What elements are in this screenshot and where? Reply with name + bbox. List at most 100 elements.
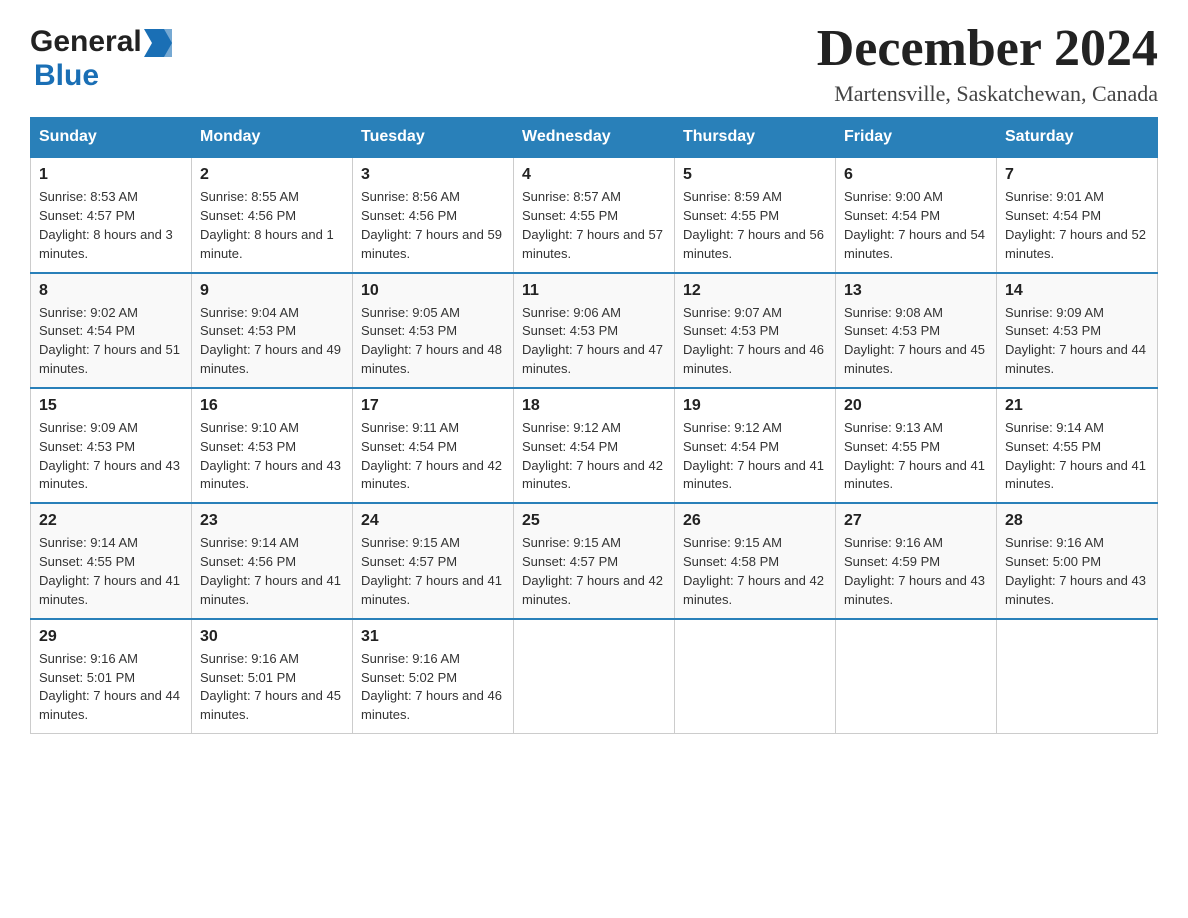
calendar-week-row-5: 29 Sunrise: 9:16 AMSunset: 5:01 PMDayligh… — [31, 619, 1158, 734]
day-number: 11 — [522, 282, 666, 300]
day-number: 22 — [39, 512, 183, 530]
day-info: Sunrise: 9:12 AMSunset: 4:54 PMDaylight:… — [683, 419, 827, 494]
calendar-cell: 6 Sunrise: 9:00 AMSunset: 4:54 PMDaylight… — [836, 157, 997, 272]
calendar-cell: 3 Sunrise: 8:56 AMSunset: 4:56 PMDaylight… — [353, 157, 514, 272]
day-info: Sunrise: 9:16 AMSunset: 4:59 PMDaylight:… — [844, 534, 988, 609]
calendar-cell: 1Sunrise: 8:53 AMSunset: 4:57 PMDaylight… — [31, 157, 192, 272]
calendar-week-row-2: 8 Sunrise: 9:02 AMSunset: 4:54 PMDaylight… — [31, 273, 1158, 388]
day-info: Sunrise: 9:05 AMSunset: 4:53 PMDaylight:… — [361, 304, 505, 379]
day-info: Sunrise: 9:13 AMSunset: 4:55 PMDaylight:… — [844, 419, 988, 494]
day-info: Sunrise: 9:06 AMSunset: 4:53 PMDaylight:… — [522, 304, 666, 379]
day-info: Sunrise: 9:11 AMSunset: 4:54 PMDaylight:… — [361, 419, 505, 494]
calendar-week-row-4: 22 Sunrise: 9:14 AMSunset: 4:55 PMDayligh… — [31, 503, 1158, 618]
day-info: Sunrise: 9:14 AMSunset: 4:55 PMDaylight:… — [1005, 419, 1149, 494]
day-number: 8 — [39, 282, 183, 300]
page-header: General Blue December 2024 Martensville,… — [30, 20, 1158, 107]
day-info: Sunrise: 9:15 AMSunset: 4:58 PMDaylight:… — [683, 534, 827, 609]
calendar-cell — [514, 619, 675, 734]
calendar-cell — [836, 619, 997, 734]
calendar-cell: 18 Sunrise: 9:12 AMSunset: 4:54 PMDayligh… — [514, 388, 675, 503]
day-info: Sunrise: 9:00 AMSunset: 4:54 PMDaylight:… — [844, 188, 988, 263]
day-number: 27 — [844, 512, 988, 530]
location-subtitle: Martensville, Saskatchewan, Canada — [817, 81, 1158, 107]
day-info: Sunrise: 9:01 AMSunset: 4:54 PMDaylight:… — [1005, 188, 1149, 263]
calendar-cell: 5Sunrise: 8:59 AMSunset: 4:55 PMDaylight… — [675, 157, 836, 272]
day-info: Sunrise: 8:53 AMSunset: 4:57 PMDaylight:… — [39, 188, 183, 263]
day-number: 26 — [683, 512, 827, 530]
calendar-day-header-saturday: Saturday — [997, 118, 1158, 158]
calendar-cell: 2 Sunrise: 8:55 AMSunset: 4:56 PMDaylight… — [192, 157, 353, 272]
calendar-cell: 28Sunrise: 9:16 AMSunset: 5:00 PMDayligh… — [997, 503, 1158, 618]
calendar-cell: 11 Sunrise: 9:06 AMSunset: 4:53 PMDayligh… — [514, 273, 675, 388]
logo-arrow-icon — [144, 29, 172, 57]
day-number: 20 — [844, 397, 988, 415]
day-number: 23 — [200, 512, 344, 530]
calendar-cell: 13Sunrise: 9:08 AMSunset: 4:53 PMDayligh… — [836, 273, 997, 388]
day-info: Sunrise: 9:07 AMSunset: 4:53 PMDaylight:… — [683, 304, 827, 379]
day-number: 29 — [39, 628, 183, 646]
calendar-cell: 14 Sunrise: 9:09 AMSunset: 4:53 PMDayligh… — [997, 273, 1158, 388]
day-number: 2 — [200, 166, 344, 184]
calendar-cell: 16 Sunrise: 9:10 AMSunset: 4:53 PMDayligh… — [192, 388, 353, 503]
day-info: Sunrise: 9:14 AMSunset: 4:56 PMDaylight:… — [200, 534, 344, 609]
calendar-cell — [997, 619, 1158, 734]
calendar-cell: 4Sunrise: 8:57 AMSunset: 4:55 PMDaylight… — [514, 157, 675, 272]
calendar-cell: 21 Sunrise: 9:14 AMSunset: 4:55 PMDayligh… — [997, 388, 1158, 503]
calendar-cell: 19 Sunrise: 9:12 AMSunset: 4:54 PMDayligh… — [675, 388, 836, 503]
day-number: 7 — [1005, 166, 1149, 184]
calendar-cell: 20 Sunrise: 9:13 AMSunset: 4:55 PMDayligh… — [836, 388, 997, 503]
day-number: 13 — [844, 282, 988, 300]
day-info: Sunrise: 9:16 AMSunset: 5:02 PMDaylight:… — [361, 650, 505, 725]
day-info: Sunrise: 9:16 AMSunset: 5:00 PMDaylight:… — [1005, 534, 1149, 609]
day-number: 5 — [683, 166, 827, 184]
day-number: 6 — [844, 166, 988, 184]
calendar-day-header-thursday: Thursday — [675, 118, 836, 158]
logo-general-text: General — [30, 25, 142, 59]
calendar-header-row: SundayMondayTuesdayWednesdayThursdayFrid… — [31, 118, 1158, 158]
day-info: Sunrise: 9:12 AMSunset: 4:54 PMDaylight:… — [522, 419, 666, 494]
day-number: 24 — [361, 512, 505, 530]
calendar-week-row-3: 15Sunrise: 9:09 AMSunset: 4:53 PMDayligh… — [31, 388, 1158, 503]
day-number: 14 — [1005, 282, 1149, 300]
month-title: December 2024 — [817, 20, 1158, 77]
calendar-day-header-tuesday: Tuesday — [353, 118, 514, 158]
calendar-cell — [675, 619, 836, 734]
day-info: Sunrise: 9:14 AMSunset: 4:55 PMDaylight:… — [39, 534, 183, 609]
day-number: 4 — [522, 166, 666, 184]
title-section: December 2024 Martensville, Saskatchewan… — [817, 20, 1158, 107]
day-number: 19 — [683, 397, 827, 415]
calendar-cell: 31 Sunrise: 9:16 AMSunset: 5:02 PMDayligh… — [353, 619, 514, 734]
calendar-cell: 23 Sunrise: 9:14 AMSunset: 4:56 PMDayligh… — [192, 503, 353, 618]
day-info: Sunrise: 8:56 AMSunset: 4:56 PMDaylight:… — [361, 188, 505, 263]
logo: General Blue — [30, 20, 172, 93]
day-number: 3 — [361, 166, 505, 184]
day-number: 16 — [200, 397, 344, 415]
calendar-cell: 12Sunrise: 9:07 AMSunset: 4:53 PMDayligh… — [675, 273, 836, 388]
calendar-cell: 29 Sunrise: 9:16 AMSunset: 5:01 PMDayligh… — [31, 619, 192, 734]
calendar-cell: 24 Sunrise: 9:15 AMSunset: 4:57 PMDayligh… — [353, 503, 514, 618]
day-info: Sunrise: 9:02 AMSunset: 4:54 PMDaylight:… — [39, 304, 183, 379]
day-info: Sunrise: 9:09 AMSunset: 4:53 PMDaylight:… — [1005, 304, 1149, 379]
calendar-cell: 9Sunrise: 9:04 AMSunset: 4:53 PMDaylight… — [192, 273, 353, 388]
calendar-cell: 27 Sunrise: 9:16 AMSunset: 4:59 PMDayligh… — [836, 503, 997, 618]
calendar-cell: 25Sunrise: 9:15 AMSunset: 4:57 PMDayligh… — [514, 503, 675, 618]
calendar-table: SundayMondayTuesdayWednesdayThursdayFrid… — [30, 117, 1158, 734]
calendar-day-header-sunday: Sunday — [31, 118, 192, 158]
day-number: 21 — [1005, 397, 1149, 415]
day-number: 18 — [522, 397, 666, 415]
day-number: 15 — [39, 397, 183, 415]
day-number: 31 — [361, 628, 505, 646]
day-number: 17 — [361, 397, 505, 415]
day-info: Sunrise: 9:16 AMSunset: 5:01 PMDaylight:… — [200, 650, 344, 725]
calendar-cell: 8 Sunrise: 9:02 AMSunset: 4:54 PMDaylight… — [31, 273, 192, 388]
calendar-cell: 30Sunrise: 9:16 AMSunset: 5:01 PMDayligh… — [192, 619, 353, 734]
calendar-week-row-1: 1Sunrise: 8:53 AMSunset: 4:57 PMDaylight… — [31, 157, 1158, 272]
calendar-cell: 22 Sunrise: 9:14 AMSunset: 4:55 PMDayligh… — [31, 503, 192, 618]
day-info: Sunrise: 9:16 AMSunset: 5:01 PMDaylight:… — [39, 650, 183, 725]
calendar-day-header-friday: Friday — [836, 118, 997, 158]
day-info: Sunrise: 9:10 AMSunset: 4:53 PMDaylight:… — [200, 419, 344, 494]
day-info: Sunrise: 9:04 AMSunset: 4:53 PMDaylight:… — [200, 304, 344, 379]
calendar-cell: 7 Sunrise: 9:01 AMSunset: 4:54 PMDaylight… — [997, 157, 1158, 272]
day-info: Sunrise: 9:15 AMSunset: 4:57 PMDaylight:… — [361, 534, 505, 609]
day-info: Sunrise: 8:55 AMSunset: 4:56 PMDaylight:… — [200, 188, 344, 263]
